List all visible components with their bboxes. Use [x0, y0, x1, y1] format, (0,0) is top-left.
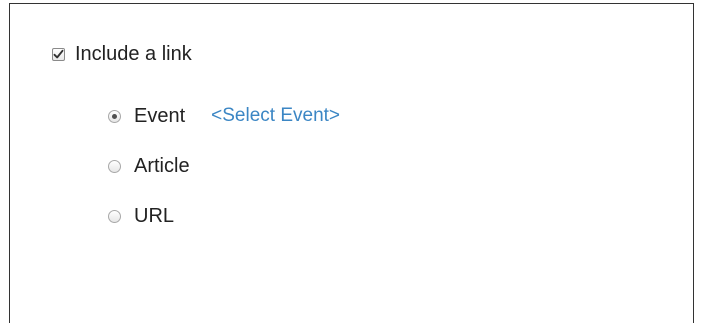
include-link-label[interactable]: Include a link [75, 42, 192, 66]
link-type-option-url[interactable]: URL [108, 204, 174, 228]
link-type-option-event[interactable]: Event <Select Event> [108, 104, 340, 128]
select-event-link[interactable]: <Select Event> [211, 104, 340, 128]
include-link-option[interactable]: Include a link [52, 42, 192, 66]
radio-selected-dot [112, 113, 117, 119]
url-label[interactable]: URL [134, 204, 174, 228]
link-type-option-article[interactable]: Article [108, 154, 190, 178]
url-radio[interactable] [108, 209, 121, 223]
include-link-checkbox[interactable] [52, 47, 65, 61]
article-radio[interactable] [108, 159, 121, 173]
article-label[interactable]: Article [134, 154, 190, 178]
event-radio[interactable] [108, 109, 121, 123]
checkmark-icon [53, 49, 64, 58]
link-options-panel: Include a link Event <Select Event> Arti… [9, 3, 694, 323]
event-label[interactable]: Event [134, 104, 185, 128]
